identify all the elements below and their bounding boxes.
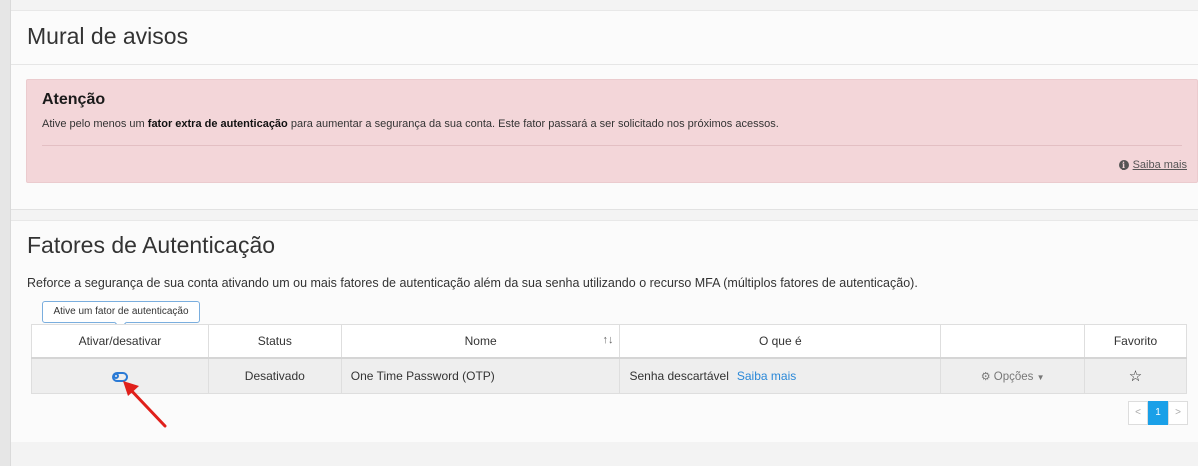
col-what[interactable]: O que é [619,324,942,359]
factors-table: Ativar/desativar Status Nome ↑↓ O que é F… [31,324,1187,394]
alert-message: Ative pelo menos um fator extra de auten… [42,118,779,130]
factors-description: Reforce a segurança de sua conta ativand… [27,276,918,290]
notices-title: Mural de avisos [27,23,189,49]
col-name[interactable]: Nome ↑↓ [340,324,621,359]
star-icon[interactable]: ☆ [1129,368,1142,385]
options-dropdown[interactable]: ⚙ Opções ▼ [981,371,1045,383]
col-toggle[interactable]: Ativar/desativar [31,324,209,359]
what-text: Senha descartável [629,368,729,383]
info-icon: i [1118,160,1129,170]
what-learn-more-link[interactable]: Saiba mais [737,369,796,383]
divider [11,64,1198,65]
status-cell: Desativado [207,357,342,394]
pagination-next[interactable]: > [1168,401,1188,425]
table-row: Desativado One Time Password (OTP) Senha… [31,357,1187,394]
what-cell: Senha descartável Saiba mais [619,357,942,394]
alert-message-start: Ative pelo menos um [42,118,148,130]
col-options [940,324,1086,359]
notices-panel: Mural de avisos Atenção Ative pelo menos… [11,10,1198,210]
annotation-arrow [123,381,167,428]
table-header-row: Ativar/desativar Status Nome ↑↓ O que é F… [31,324,1187,359]
pagination-page-current[interactable]: 1 [1148,401,1168,425]
sort-icon[interactable]: ↑↓ [602,334,613,346]
mfa-alert: Atenção Ative pelo menos um fator extra … [26,79,1198,183]
pagination: < 1 > [1128,401,1188,425]
alert-message-end: para aumentar a segurança da sua conta. … [287,118,779,130]
col-name-label: Nome [464,333,497,348]
caret-down-icon: ▼ [1036,372,1045,382]
col-favorite[interactable]: Favorito [1084,324,1187,359]
pagination-prev[interactable]: < [1128,401,1148,425]
gear-icon: ⚙ [980,370,991,383]
alert-divider [42,145,1182,146]
auth-factors-panel: Fatores de Autenticação Reforce a segura… [11,220,1198,442]
col-status[interactable]: Status [207,324,342,359]
factors-title: Fatores de Autenticação [27,232,276,258]
alert-learn-more-link[interactable]: i Saiba mais [1118,159,1187,171]
options-cell: ⚙ Opções ▼ [940,357,1086,394]
options-label: Opções [993,370,1034,383]
alert-learn-more-label: Saiba mais [1132,159,1187,171]
favorite-cell: ☆ [1084,357,1187,394]
alert-message-bold: fator extra de autenticação [147,118,288,130]
left-sidebar-edge [0,0,11,466]
name-cell: One Time Password (OTP) [340,357,621,394]
alert-title: Atenção [42,91,106,108]
toggle-tooltip: Ative um fator de autenticação [42,301,200,323]
